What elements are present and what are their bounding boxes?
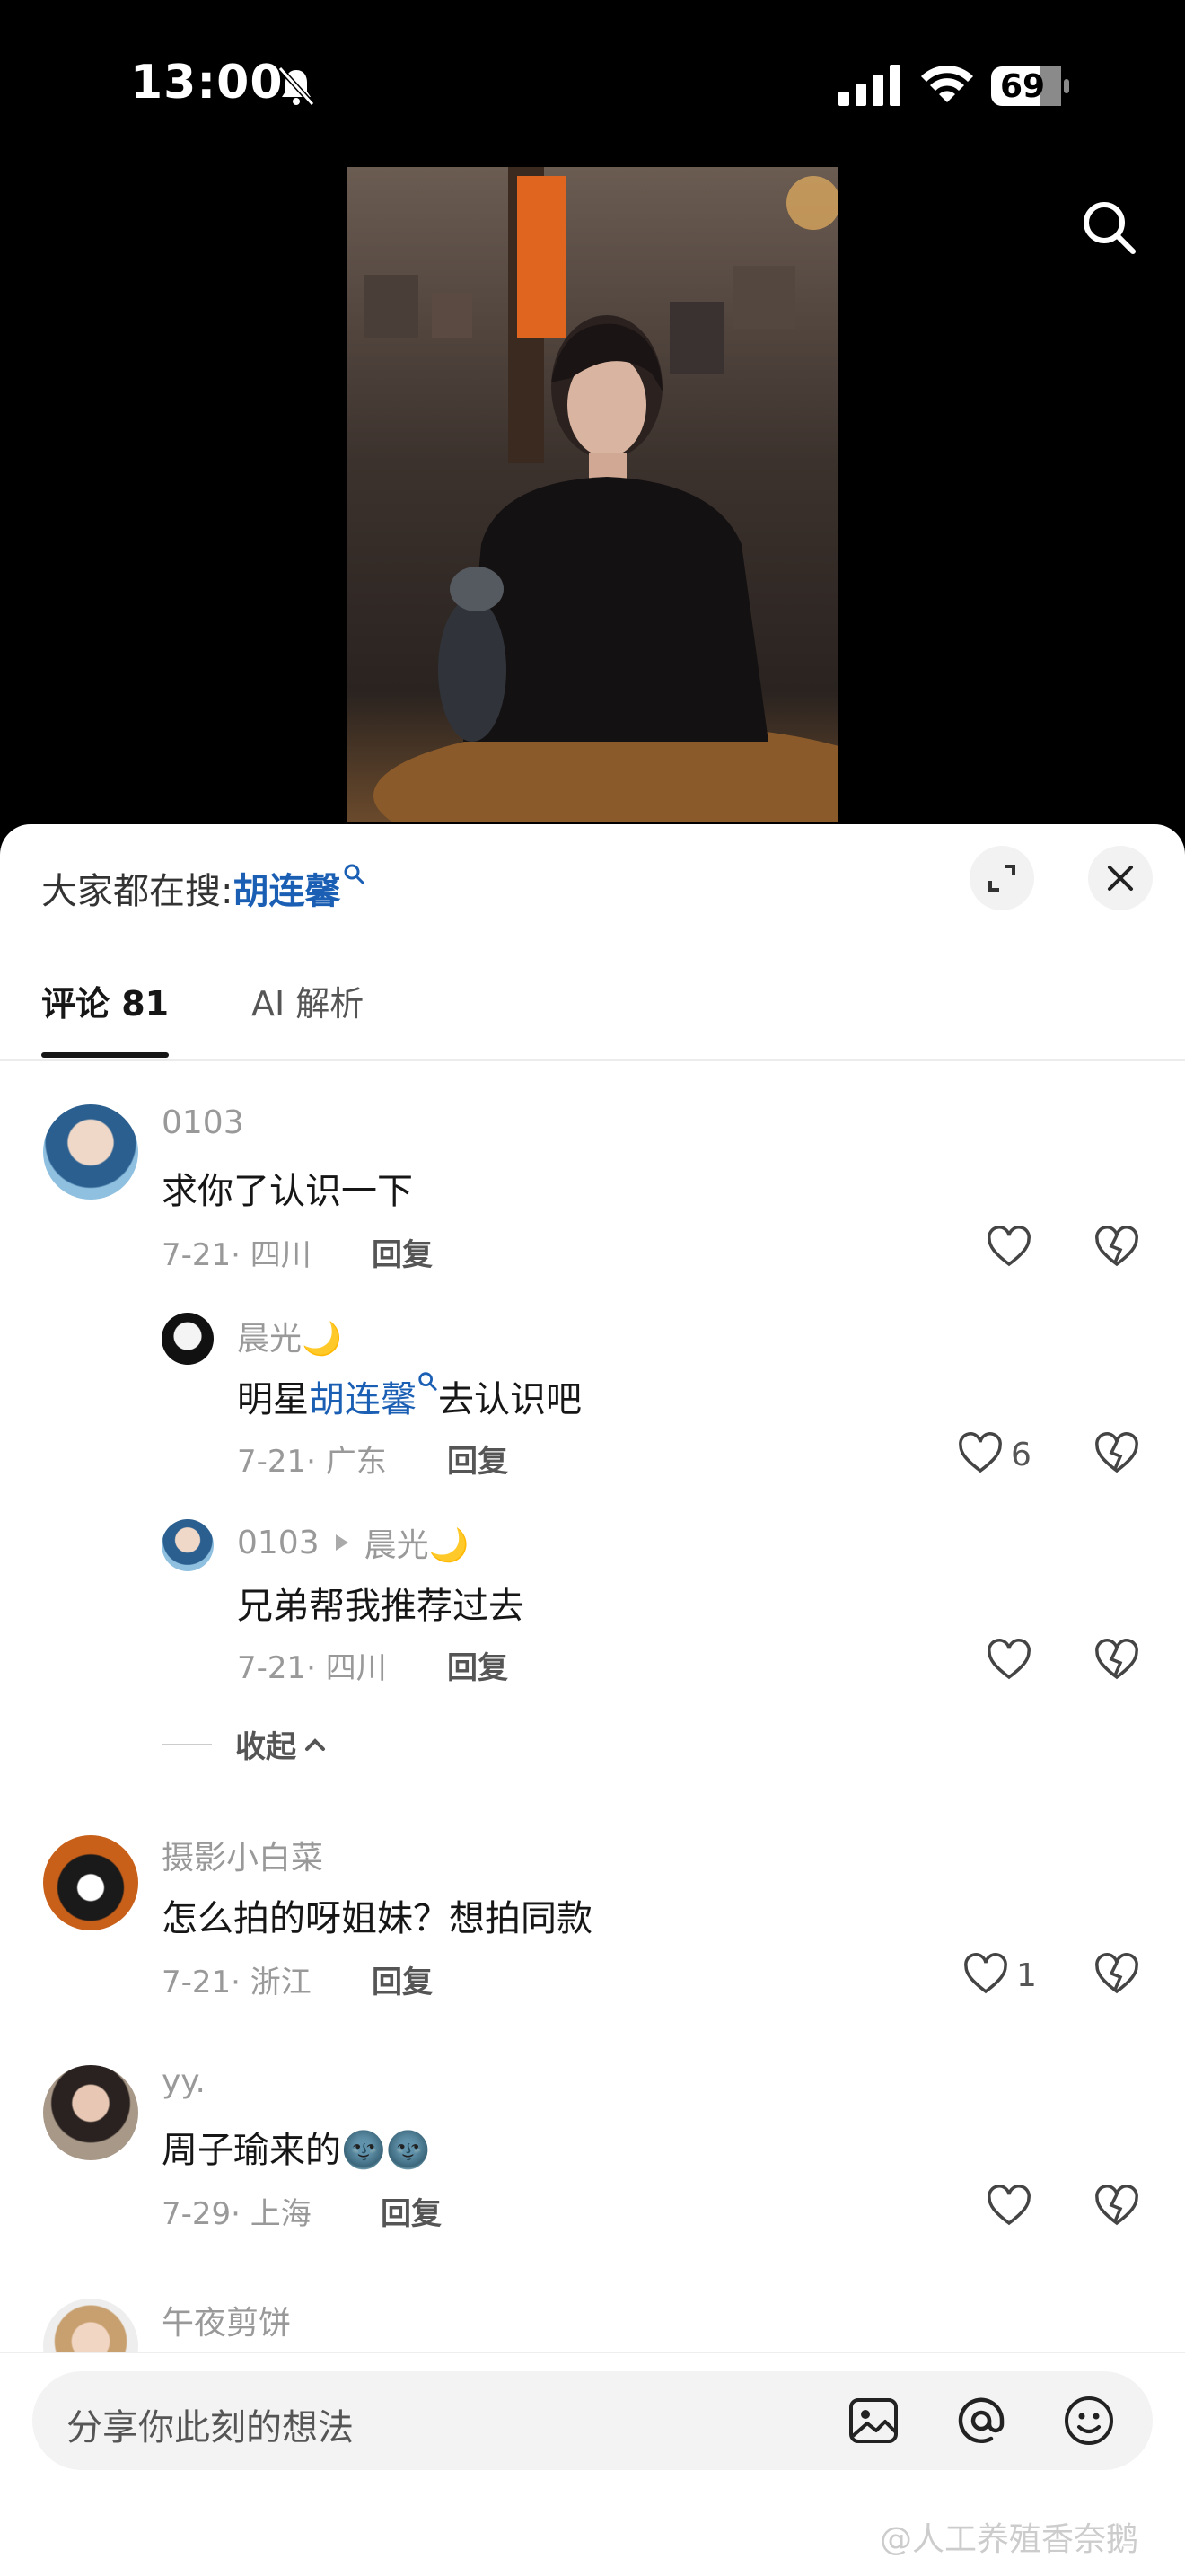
reply-button[interactable]: 回复 [447, 1437, 508, 1481]
comment-text: 兄弟帮我推荐过去 [237, 1586, 524, 1627]
comment-username[interactable]: yy. [162, 2063, 206, 2100]
status-bar: 13:00 69 [0, 0, 1185, 171]
like-count: 6 [1011, 1436, 1031, 1473]
dislike-icon[interactable] [1093, 1431, 1140, 1478]
comment-meta: 7-21· 四川 [237, 1650, 387, 1686]
expand-icon [988, 865, 1015, 892]
bell-muted-icon [277, 66, 315, 107]
dislike-icon[interactable] [1093, 2184, 1140, 2230]
mention-icon[interactable] [953, 2393, 1009, 2449]
like-count: 1 [1016, 1956, 1037, 1994]
expand-button[interactable] [970, 846, 1034, 910]
comment-text: 明星胡连馨 去认识吧 [237, 1370, 582, 1422]
comment-text-before: 明星 [237, 1379, 309, 1420]
avatar[interactable] [162, 1519, 214, 1571]
battery-indicator: 69 [991, 65, 1072, 108]
comment-search-link[interactable]: 胡连馨 [309, 1379, 417, 1420]
comment-username[interactable]: 0103 [237, 1525, 320, 1561]
battery-level: 69 [1000, 68, 1046, 105]
comment-text: 求你了认识一下 [162, 1171, 413, 1212]
comment-username[interactable]: 摄影小白菜 [162, 1832, 323, 1878]
cellular-signal-icon [838, 65, 900, 106]
reply-button[interactable]: 回复 [372, 1957, 433, 2001]
comment-username[interactable]: 午夜剪饼 [162, 2297, 291, 2343]
play-arrow-icon [335, 1534, 348, 1551]
close-button[interactable] [1088, 846, 1153, 910]
comment-text-after: 去认识吧 [438, 1379, 582, 1420]
comment-input-bar: 分享你此刻的想法 @人工养殖香奈鹅 [0, 2352, 1185, 2576]
tab-ai-analysis[interactable]: AI 解析 [251, 968, 364, 1058]
wifi-icon [921, 65, 973, 102]
collapse-label: 收起 [235, 1729, 296, 1765]
comment-input-placeholder: 分享你此刻的想法 [66, 2407, 354, 2449]
hot-search-link[interactable]: 胡连馨 [233, 871, 340, 912]
collapse-replies-button[interactable]: 收起 [162, 1722, 329, 1766]
status-time: 13:00 [130, 56, 284, 110]
heart-icon [988, 2185, 1031, 2226]
emoji-icon[interactable] [1061, 2393, 1117, 2449]
like-button[interactable] [986, 2184, 1040, 2230]
like-button[interactable]: 6 [957, 1431, 1031, 1478]
sheet-header: 大家都在搜:胡连馨 [0, 824, 1185, 950]
video-frame [347, 167, 838, 822]
hot-search[interactable]: 大家都在搜:胡连馨 [41, 862, 365, 914]
reply-button[interactable]: 回复 [381, 2189, 442, 2233]
tab-bar: 评论 81 AI 解析 [0, 968, 1185, 1061]
watermark: @人工养殖香奈鹅 [880, 2521, 1139, 2558]
heart-icon [959, 1432, 1002, 1473]
search-small-icon [418, 1372, 437, 1391]
heart-icon [964, 1953, 1007, 1994]
dislike-icon[interactable] [1093, 1952, 1140, 1999]
image-icon[interactable] [846, 2393, 901, 2449]
divider-line [162, 1743, 212, 1745]
avatar[interactable] [43, 2065, 138, 2160]
avatar[interactable] [43, 1104, 138, 1200]
like-button[interactable] [986, 1638, 1040, 1684]
video-player[interactable] [347, 167, 838, 822]
comment-username[interactable]: 0103 [162, 1104, 244, 1141]
chevron-up-icon [305, 1737, 325, 1751]
reply-button[interactable]: 回复 [372, 1230, 433, 1274]
search-icon[interactable] [1077, 196, 1140, 259]
dislike-icon[interactable] [1093, 1638, 1140, 1684]
hot-search-prefix: 大家都在搜: [41, 871, 233, 912]
close-icon [1108, 866, 1133, 891]
tab-comments[interactable]: 评论 81 [41, 968, 170, 1058]
like-button[interactable] [986, 1225, 1040, 1271]
reply-to-username[interactable]: 晨光🌙 [364, 1519, 470, 1566]
comment-text: 怎么拍的呀姐妹？想拍同款 [162, 1898, 592, 1939]
comment-input[interactable]: 分享你此刻的想法 [32, 2371, 1153, 2470]
comment-meta: 7-21· 四川 [162, 1237, 312, 1273]
reply-header: 0103 晨光🌙 [237, 1519, 469, 1566]
comment-sheet: 大家都在搜:胡连馨 评论 81 AI 解析 0103 求你了认识一下 7-21·… [0, 824, 1185, 2575]
comment-username[interactable]: 晨光🌙 [237, 1313, 342, 1359]
comment-meta: 7-29· 上海 [162, 2196, 312, 2232]
like-button[interactable]: 1 [962, 1952, 1037, 1999]
comment-text: 周子瑜来的🌚🌚 [162, 2130, 431, 2171]
heart-icon [988, 1639, 1031, 1680]
avatar[interactable] [162, 1313, 214, 1365]
comment-meta: 7-21· 广东 [237, 1444, 387, 1480]
reply-button[interactable]: 回复 [447, 1643, 508, 1687]
avatar[interactable] [43, 1835, 138, 1930]
comment-meta: 7-21· 浙江 [162, 1965, 312, 2000]
search-small-icon [344, 864, 364, 884]
heart-icon [988, 1226, 1031, 1267]
dislike-icon[interactable] [1093, 1225, 1140, 1271]
